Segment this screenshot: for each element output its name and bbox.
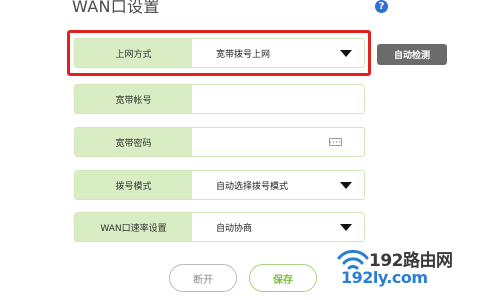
- keyboard-icon[interactable]: [329, 138, 342, 146]
- wan-speed-select[interactable]: WAN口速率设置 自动协商: [74, 212, 365, 242]
- broadband-account-label: 宽带帐号: [75, 85, 192, 113]
- auto-detect-button[interactable]: 自动检测: [377, 44, 447, 65]
- save-button[interactable]: 保存: [249, 264, 317, 292]
- chevron-down-icon[interactable]: [340, 182, 352, 189]
- broadband-password-input[interactable]: [192, 128, 364, 156]
- wan-speed-value[interactable]: 自动协商: [192, 213, 364, 241]
- broadband-password-field[interactable]: 宽带密码: [74, 127, 365, 157]
- wan-speed-label: WAN口速率设置: [75, 213, 192, 241]
- wan-speed-selected: 自动协商: [216, 223, 253, 234]
- broadband-account-field[interactable]: 宽带帐号: [74, 84, 365, 114]
- watermark: 192路由网 192ly.com: [333, 246, 478, 294]
- dial-mode-value[interactable]: 自动选择拨号模式: [192, 171, 364, 199]
- page-title: WAN口设置: [72, 0, 160, 16]
- disconnect-button[interactable]: 断开: [169, 264, 237, 292]
- watermark-url: 192ly.com: [341, 268, 428, 287]
- dial-mode-select[interactable]: 拨号模式 自动选择拨号模式: [74, 170, 365, 200]
- broadband-password-label: 宽带密码: [75, 128, 192, 156]
- highlight-box: [67, 30, 371, 76]
- dial-mode-selected: 自动选择拨号模式: [216, 181, 289, 192]
- help-icon[interactable]: ?: [375, 0, 388, 13]
- dial-mode-label: 拨号模式: [75, 171, 192, 199]
- broadband-account-input[interactable]: [192, 85, 364, 113]
- chevron-down-icon[interactable]: [340, 224, 352, 231]
